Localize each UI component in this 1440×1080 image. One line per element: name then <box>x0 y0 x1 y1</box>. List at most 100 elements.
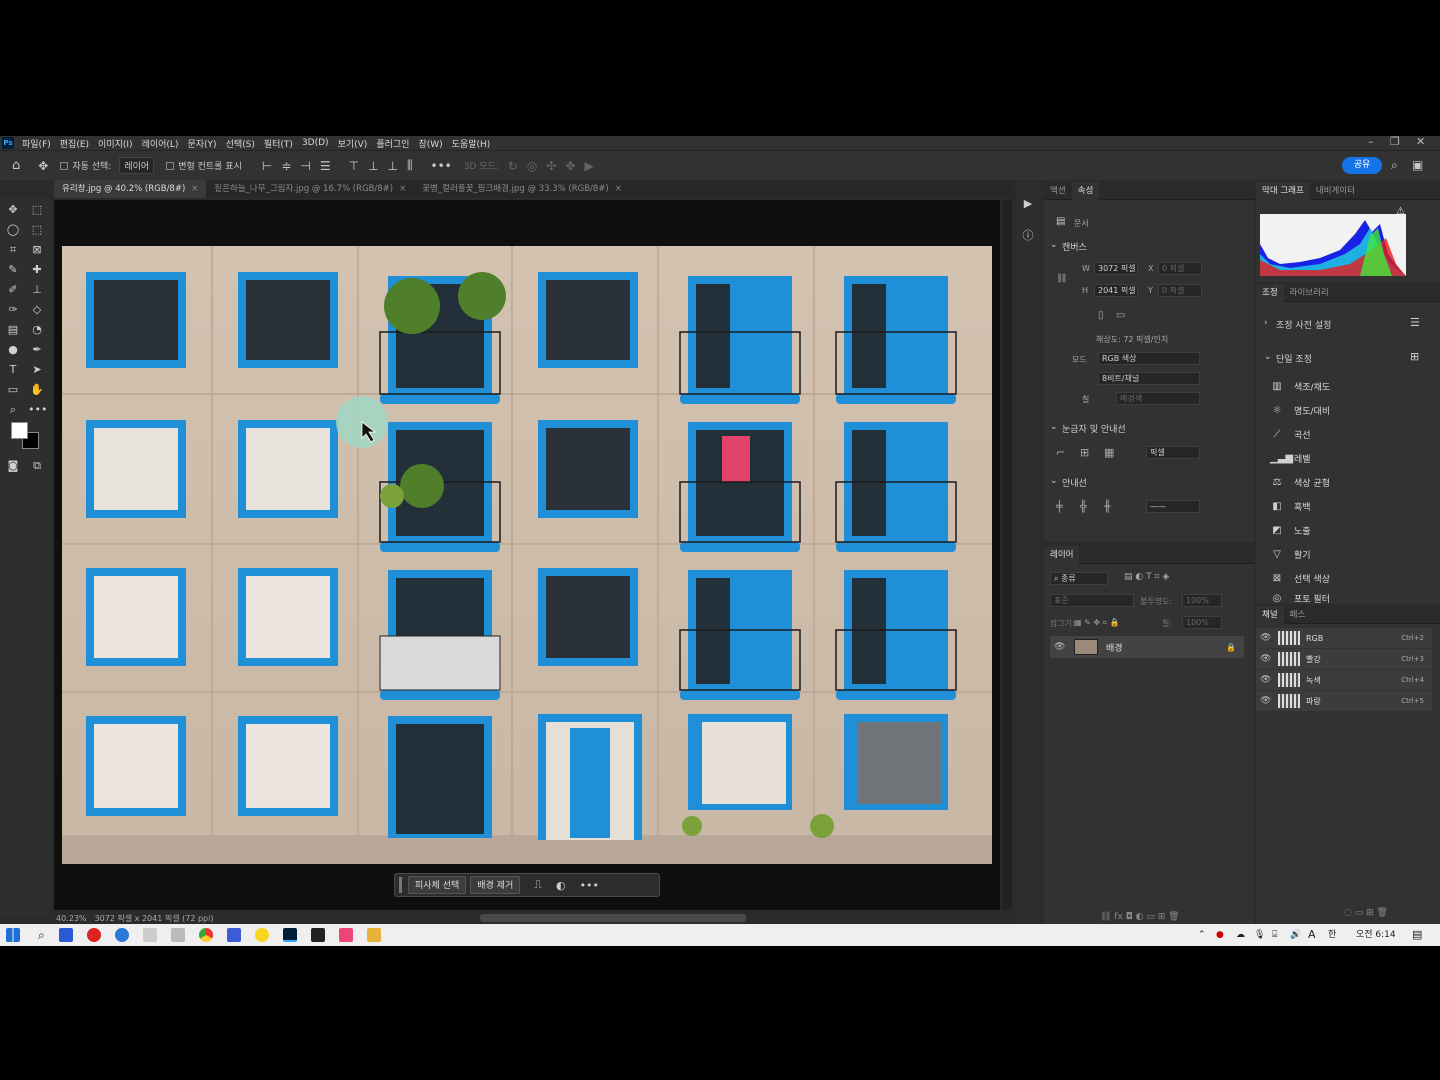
portrait-icon[interactable]: ▯ <box>1098 310 1104 321</box>
align-right-icon[interactable]: ⊣ <box>300 159 310 173</box>
app-icon[interactable] <box>58 928 73 942</box>
adjustment-presets[interactable]: 조정 사전 설정 <box>1276 318 1331 331</box>
layer-filter-dropdown[interactable]: ⌕ 종류 <box>1050 572 1108 585</box>
menu-filter[interactable]: 필터(T) <box>264 137 293 150</box>
menu-plugins[interactable]: 플러그인 <box>376 137 409 150</box>
menu-select[interactable]: 선택(S) <box>226 137 255 150</box>
single-adjust-chevron-icon[interactable]: ⌄ <box>1264 352 1272 362</box>
clone-stamp-icon[interactable]: ⊥ <box>28 282 46 298</box>
restore-icon[interactable]: ❐ <box>1390 136 1400 148</box>
object-select-icon[interactable]: ⬚ <box>28 222 46 238</box>
distribute-vertical-icon[interactable]: ⫼ <box>407 158 413 173</box>
tray-chevron-icon[interactable]: ⌃ <box>1198 924 1206 946</box>
horizontal-scrollbar[interactable] <box>480 914 746 922</box>
menu-3d[interactable]: 3D(D) <box>302 138 329 148</box>
vertical-scrollbar[interactable] <box>1002 200 1012 910</box>
input-language[interactable]: A <box>1308 924 1316 946</box>
notepad-icon[interactable] <box>142 928 157 942</box>
layer-footer-icons[interactable]: ⛓ fx ◘ ◐ ▭ ⊞ 🗑 <box>1100 912 1180 922</box>
new-guide-icon[interactable]: ╬ <box>1080 500 1087 513</box>
tab-document-2[interactable]: 짙은하늘_나무_그림자.jpg @ 16.7% (RGB/8#) × <box>206 180 414 198</box>
close-icon[interactable]: ✕ <box>1416 136 1425 148</box>
tab-paths[interactable]: 패스 <box>1284 606 1312 624</box>
blend-mode-dropdown[interactable]: 표준 <box>1050 594 1134 607</box>
hand-tool-icon[interactable]: ✋ <box>28 382 46 398</box>
align-bottom-icon[interactable]: ⊥ <box>388 159 398 173</box>
lock-icon[interactable]: 🔒 <box>1226 643 1236 652</box>
adj-photo-filter[interactable]: ◎ 포토 필터 <box>1270 592 1330 605</box>
grid-icon[interactable]: ⊞ <box>1080 446 1089 459</box>
share-button[interactable]: 공유 <box>1342 157 1382 174</box>
crop-tool-icon[interactable]: ⌗ <box>4 242 22 258</box>
adjust-icon[interactable]: ◐ <box>556 879 566 892</box>
mic-icon[interactable]: 🎙 <box>1254 924 1265 946</box>
menu-layer[interactable]: 레이어(L) <box>142 137 179 150</box>
eraser-icon[interactable]: ◇ <box>28 302 46 318</box>
adj-brightness-contrast[interactable]: ☼ 명도/대비 <box>1270 404 1331 417</box>
menu-edit[interactable]: 편집(E) <box>60 137 89 150</box>
channel-row-red[interactable]: 👁 빨강 Ctrl+3 <box>1256 649 1432 669</box>
menu-image[interactable]: 이미지(I) <box>98 137 133 150</box>
foreground-color-swatch[interactable] <box>11 422 28 439</box>
screen-mode-icon[interactable]: ⧉ <box>28 458 46 474</box>
align-center-icon[interactable]: ≑ <box>281 159 291 173</box>
visibility-eye-icon[interactable]: 👁 <box>1260 696 1272 706</box>
zoom-level[interactable]: 40.23% <box>56 914 87 923</box>
auto-select-checkbox[interactable]: 자동 선택: <box>60 159 111 172</box>
lock-icons[interactable]: ▦ ✎ ✥ ⌗ 🔒 <box>1074 618 1120 628</box>
zoom-tool-icon[interactable]: ⌕ <box>4 402 22 418</box>
more-icon[interactable]: ••• <box>580 879 599 892</box>
workspace-icon[interactable]: ▣ <box>1412 158 1423 172</box>
layer-fill-field[interactable]: 100% <box>1182 616 1222 629</box>
mode-dropdown[interactable]: RGB 색상 <box>1098 352 1200 365</box>
snip-icon[interactable] <box>170 928 185 942</box>
quick-mask-icon[interactable]: ◙ <box>4 458 22 474</box>
y-field[interactable]: 0 픽셀 <box>1158 284 1202 297</box>
move-tool-icon[interactable]: ✥ <box>38 159 48 173</box>
auto-select-dropdown[interactable]: 레이어 <box>119 157 155 174</box>
rulers-section-chevron[interactable]: ⌄ <box>1050 422 1058 432</box>
history-brush-icon[interactable]: ✑ <box>4 302 22 318</box>
adj-levels[interactable]: ▁▃▆ 레벨 <box>1270 452 1311 465</box>
pixel-grid-icon[interactable]: ▦ <box>1104 446 1114 459</box>
guide-style-dropdown[interactable]: —— <box>1146 500 1200 513</box>
properties-panel-icon[interactable]: ⓘ <box>1019 228 1037 244</box>
dodge-tool-icon[interactable]: ● <box>4 342 22 358</box>
filter-icons[interactable]: ▤ ◐ T ⌗ ◈ <box>1124 572 1169 582</box>
healing-brush-icon[interactable]: ✚ <box>28 262 46 278</box>
adj-curves[interactable]: ⟋ 곡선 <box>1270 428 1311 441</box>
opacity-field[interactable]: 100% <box>1182 594 1222 607</box>
volume-icon[interactable]: 🔊 <box>1290 924 1301 946</box>
minimize-icon[interactable]: – <box>1368 136 1374 148</box>
marquee-tool-icon[interactable]: ⬚ <box>28 202 46 218</box>
fill-dropdown[interactable]: 배경색 <box>1116 392 1200 405</box>
canvas-section-chevron[interactable]: ⌄ <box>1050 240 1058 250</box>
close-tab-icon[interactable]: × <box>191 184 198 194</box>
search-icon[interactable]: ⌕ <box>1391 158 1398 173</box>
cloud-icon[interactable]: ☁ <box>1236 924 1245 946</box>
rectangle-tool-icon[interactable]: ▭ <box>4 382 22 398</box>
channel-row-rgb[interactable]: 👁 RGB Ctrl+2 <box>1256 628 1432 648</box>
menu-view[interactable]: 보기(V) <box>338 137 368 150</box>
type-tool-icon[interactable]: T <box>4 362 22 378</box>
clock[interactable]: 오전 6:14 <box>1356 924 1396 946</box>
canvas-area[interactable]: 피사체 선택 배경 제거 ⎍ ◐ ••• <box>54 200 1000 910</box>
bridge-icon[interactable] <box>310 928 325 942</box>
align-middle-icon[interactable]: ⊥ <box>368 159 378 173</box>
adj-exposure[interactable]: ◩ 노출 <box>1270 524 1310 537</box>
menu-type[interactable]: 문자(Y) <box>187 137 216 150</box>
start-icon[interactable] <box>6 928 20 942</box>
notifications-icon[interactable]: ▤ <box>1412 924 1422 946</box>
photoshop-icon[interactable] <box>282 928 297 942</box>
close-tab-icon[interactable]: × <box>399 184 406 194</box>
browser-icon[interactable] <box>114 928 129 942</box>
tab-channels[interactable]: 채널 <box>1256 605 1284 624</box>
guide-options-icon[interactable]: ╫ <box>1104 500 1111 513</box>
tab-libraries[interactable]: 라이브러리 <box>1284 284 1335 302</box>
home-icon[interactable]: ⌂ <box>12 158 20 173</box>
visibility-eye-icon[interactable]: 👁 <box>1260 633 1272 643</box>
kakaotalk-icon[interactable] <box>254 928 269 942</box>
select-subject-button[interactable]: 피사체 선택 <box>408 876 467 894</box>
brush-tool-icon[interactable]: ✐ <box>4 282 22 298</box>
search-icon[interactable]: ⌕ <box>38 928 45 943</box>
